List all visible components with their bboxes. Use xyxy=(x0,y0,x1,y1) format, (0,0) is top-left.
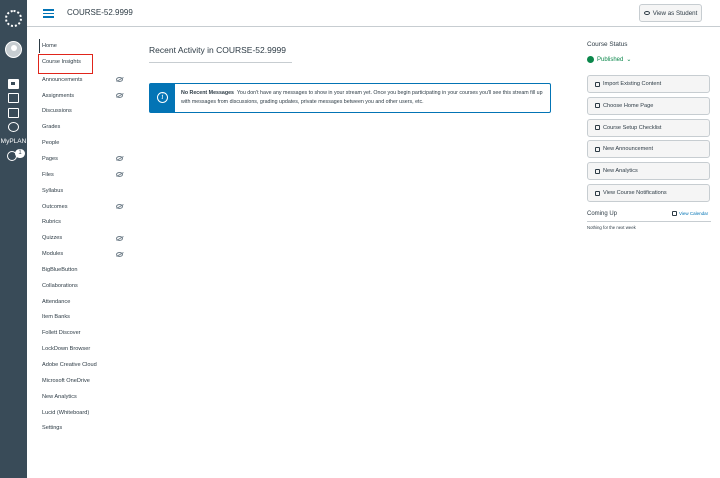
no-messages-alert: i No Recent Messages You don't have any … xyxy=(149,83,551,113)
hidden-from-students-icon xyxy=(116,251,123,257)
course-nav-item[interactable]: Follett Discover xyxy=(42,330,81,336)
course-nav-item[interactable]: Modules xyxy=(42,251,63,257)
view-as-student-button[interactable]: View as Student xyxy=(639,4,702,22)
checklist-icon xyxy=(595,125,600,131)
course-nav-item[interactable]: New Analytics xyxy=(42,394,77,400)
course-nav-item[interactable]: Course Insights xyxy=(42,59,81,65)
course-nav-item[interactable]: Microsoft OneDrive xyxy=(42,378,90,384)
course-sidebar: Course Status Published ⌄ Import Existin… xyxy=(587,41,711,230)
course-nav-item[interactable]: Quizzes xyxy=(42,235,62,241)
hidden-from-students-icon xyxy=(116,77,123,83)
course-nav-item[interactable]: LockDown Browser xyxy=(42,346,90,352)
hidden-from-students-icon xyxy=(116,235,123,241)
course-nav-item[interactable]: Grades xyxy=(42,124,60,130)
import-icon xyxy=(595,81,600,87)
alert-icon-panel: i xyxy=(150,84,175,112)
info-icon: i xyxy=(157,92,168,103)
home-icon xyxy=(595,103,600,109)
global-nav: MyPLAN 1 xyxy=(0,0,27,478)
sidebar-button-label: Choose Home Page xyxy=(603,102,654,109)
view-calendar-link[interactable]: View Calendar xyxy=(672,211,708,216)
courses-icon[interactable] xyxy=(8,93,19,103)
course-nav-item[interactable]: Outcomes xyxy=(42,204,68,210)
page-header: COURSE-52.9999 View as Student xyxy=(27,0,720,27)
analytics-button[interactable]: New Analytics xyxy=(587,162,710,181)
account-avatar-icon[interactable] xyxy=(5,41,22,58)
course-nav-item[interactable]: Discussions xyxy=(42,108,72,114)
hidden-from-students-icon xyxy=(116,156,123,162)
chevron-down-icon: ⌄ xyxy=(626,57,632,63)
sidebar-button-label: View Course Notifications xyxy=(603,190,667,196)
nothing-next-week: Nothing for the next week xyxy=(587,225,636,230)
course-nav-item[interactable]: Item Banks xyxy=(42,314,70,320)
published-dropdown[interactable]: Published ⌄ xyxy=(587,56,631,63)
course-nav-item[interactable]: Syllabus xyxy=(42,188,63,194)
course-status-label: Course Status xyxy=(587,41,628,48)
course-nav-item[interactable]: Assignments xyxy=(42,93,74,99)
sidebar-button-label: Import Existing Content xyxy=(603,81,662,87)
sidebar-button-label: New Analytics xyxy=(603,168,638,175)
analytics-icon xyxy=(595,168,600,174)
sidebar-button-label: Course Setup Checklist xyxy=(603,124,662,131)
dashboard-icon[interactable] xyxy=(8,79,19,89)
sidebar-button-label: New Announcement xyxy=(603,146,654,153)
course-nav-item[interactable]: BigBlueButton xyxy=(42,267,77,273)
hamburger-menu-icon[interactable] xyxy=(43,9,54,18)
course-nav-item[interactable]: Collaborations xyxy=(42,283,78,289)
course-nav-item[interactable]: Announcements xyxy=(42,77,82,83)
course-nav-item[interactable]: Files xyxy=(42,172,54,178)
course-nav-item[interactable]: Lucid (Whiteboard) xyxy=(42,410,89,416)
breadcrumb-course[interactable]: COURSE-52.9999 xyxy=(67,8,133,17)
check-circle-icon xyxy=(587,56,594,63)
course-nav-item[interactable]: Home xyxy=(42,43,57,49)
view-calendar-label: View Calendar xyxy=(679,211,709,216)
course-nav-item[interactable]: People xyxy=(42,140,59,146)
coming-up-divider xyxy=(587,221,711,222)
course-nav-item[interactable]: Attendance xyxy=(42,299,70,305)
bell-icon xyxy=(595,190,600,196)
calendar-icon[interactable] xyxy=(8,108,19,118)
myplan-link[interactable]: MyPLAN xyxy=(0,138,27,145)
hidden-from-students-icon xyxy=(116,172,123,178)
alert-text: No Recent Messages You don't have any me… xyxy=(181,89,547,107)
course-nav-item[interactable]: Adobe Creative Cloud xyxy=(42,362,97,368)
import-button[interactable]: Import Existing Content xyxy=(587,75,710,93)
announcement-icon xyxy=(595,146,600,152)
course-nav-item[interactable]: Rubrics xyxy=(42,219,61,225)
title-divider xyxy=(149,62,292,63)
alert-heading: No Recent Messages xyxy=(181,90,234,96)
eye-icon xyxy=(643,11,650,15)
alert-body: You don't have any messages to show in y… xyxy=(181,90,543,105)
history-clock-icon[interactable] xyxy=(8,122,19,132)
course-nav-item[interactable]: Settings xyxy=(42,425,62,431)
hidden-from-students-icon xyxy=(116,93,123,99)
checklist-button[interactable]: Course Setup Checklist xyxy=(587,118,710,137)
home-button[interactable]: Choose Home Page xyxy=(587,96,710,115)
active-indicator xyxy=(39,39,40,53)
published-label: Published xyxy=(597,56,624,63)
institution-logo-icon[interactable] xyxy=(5,10,22,27)
hidden-from-students-icon xyxy=(116,204,123,209)
course-nav-item[interactable]: Pages xyxy=(42,156,58,162)
help-badge: 1 xyxy=(15,149,25,158)
calendar-icon xyxy=(672,211,677,216)
announcement-button[interactable]: New Announcement xyxy=(587,140,710,159)
bell-button[interactable]: View Course Notifications xyxy=(587,184,710,202)
page-title: Recent Activity in COURSE-52.9999 xyxy=(149,45,287,55)
view-as-student-label: View as Student xyxy=(652,9,698,17)
